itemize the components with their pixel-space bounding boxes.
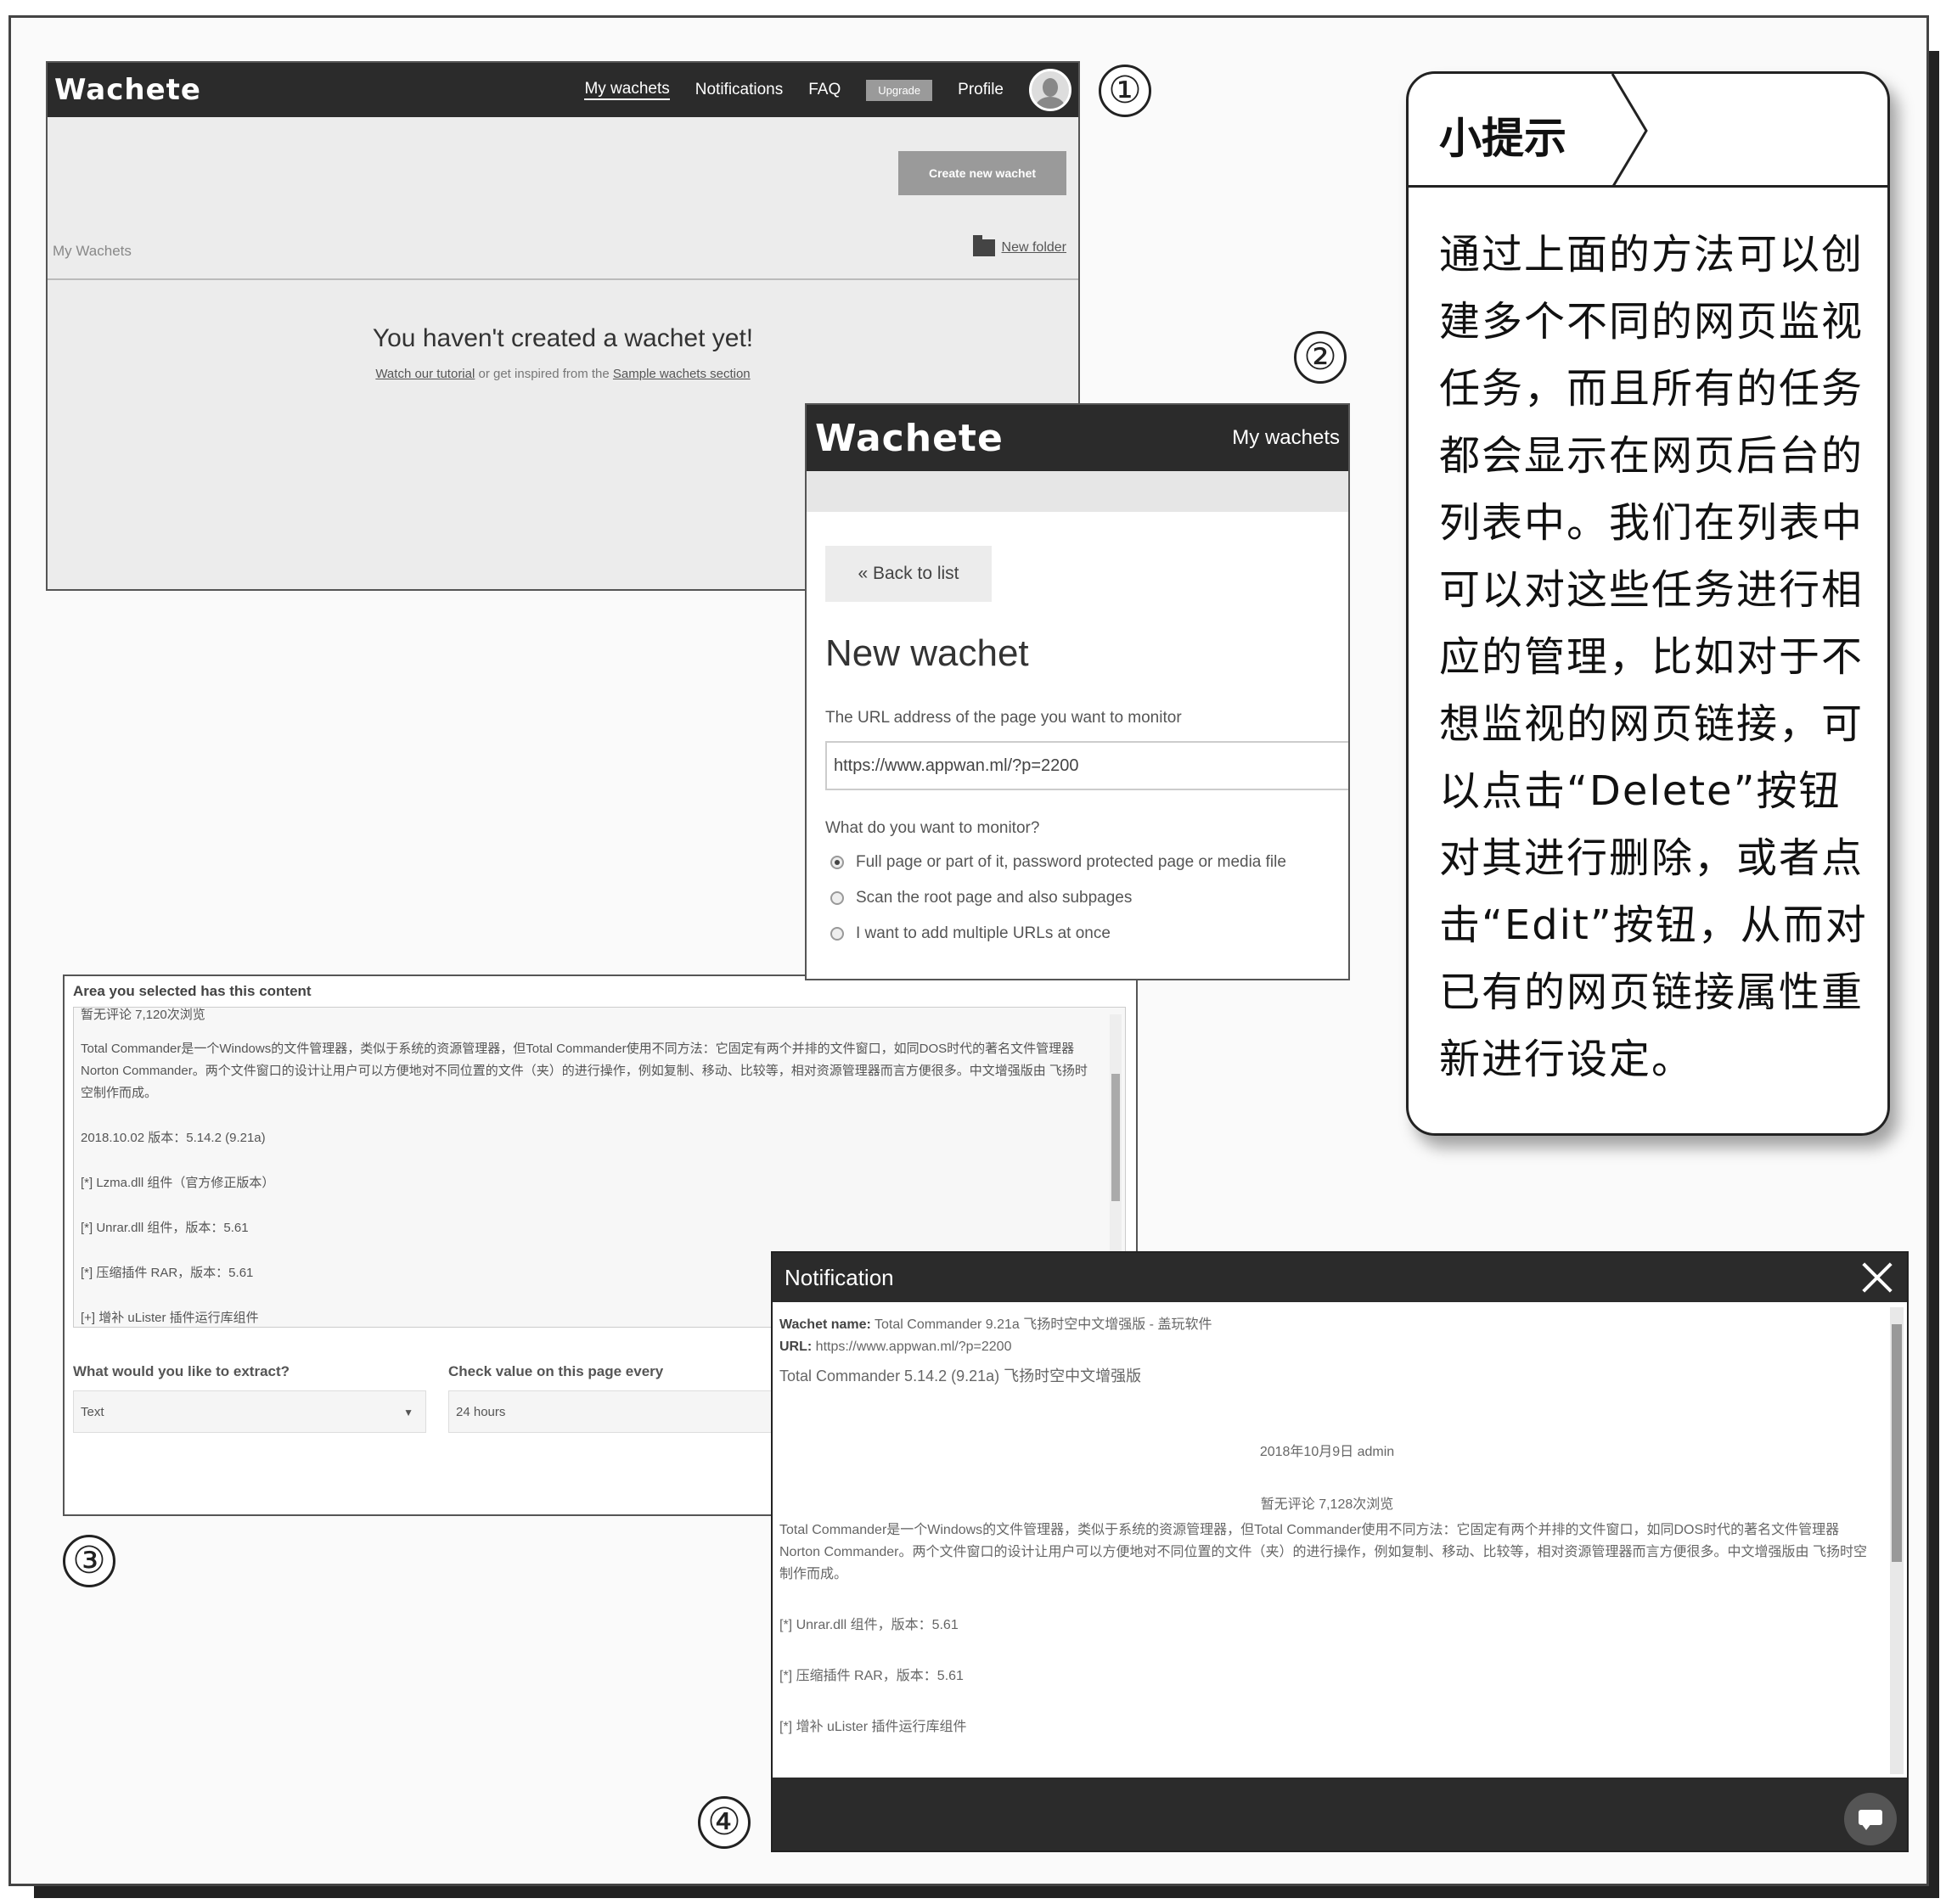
nav-profile[interactable]: Profile [958, 81, 1004, 99]
tip-body: 通过上面的方法可以创建多个不同的网页监视任务，而且所有的任务都会显示在网页后台的… [1439, 231, 1868, 1083]
wachet-name-row: Wachet name: Total Commander 9.21a 飞扬时空中… [779, 1314, 1875, 1336]
check-frequency-select[interactable]: 24 hours [448, 1390, 788, 1433]
radio-icon[interactable] [830, 927, 844, 941]
page-title: New wachet [825, 632, 1029, 674]
tutorial-link[interactable]: Watch our tutorial [375, 367, 475, 381]
top-bar: Wachete My wachets Notifications FAQ Upg… [48, 63, 1078, 117]
frame-shadow [34, 1886, 1936, 1898]
new-folder-link[interactable]: New folder [972, 235, 1066, 256]
list-item: [*] 压缩插件 RAR，版本：5.61 [779, 1669, 964, 1683]
content-line: 2018.10.02 版本：5.14.2 (9.21a) [81, 1131, 266, 1145]
url-value[interactable]: https://www.appwan.ml/?p=2200 [812, 1340, 1012, 1354]
folder-icon [972, 235, 995, 256]
tip-header: 小提示 [1409, 74, 1887, 188]
marker-3: ③ [63, 1535, 115, 1587]
monitor-option-subpages[interactable]: Scan the root page and also subpages [830, 889, 1132, 907]
empty-state-subtitle: Watch our tutorial or get inspired from … [48, 367, 1078, 381]
sub-header-strip [807, 471, 1348, 512]
back-to-list-button[interactable]: « Back to list [825, 546, 992, 602]
article-heading: Total Commander 5.14.2 (9.21a) 飞扬时空中文增强版 [779, 1368, 1142, 1384]
avatar-icon[interactable] [1029, 69, 1071, 111]
empty-state-mid: or get inspired from the [475, 367, 613, 381]
content-line: [*] Unrar.dll 组件，版本：5.61 [81, 1221, 249, 1235]
option-label: Full page or part of it, password protec… [856, 853, 1286, 871]
wachete-logo[interactable]: Wachete [815, 417, 1004, 460]
check-frequency-label: Check value on this page every [448, 1363, 664, 1379]
url-label: The URL address of the page you want to … [825, 709, 1182, 727]
frame-shadow-right [1929, 51, 1939, 1898]
article-description: Total Commander是一个Windows的文件管理器，类似于系统的资源… [779, 1523, 1867, 1581]
notification-title: Notification [785, 1265, 894, 1290]
chat-icon[interactable] [1844, 1793, 1897, 1845]
extract-select[interactable]: Text ▼ [73, 1390, 426, 1433]
new-folder-label: New folder [1001, 240, 1066, 255]
monitor-label: What do you want to monitor? [825, 819, 1040, 837]
upgrade-button[interactable]: Upgrade [866, 79, 933, 101]
article-views: 暂无评论 7,128次浏览 [1260, 1497, 1394, 1512]
extract-value: Text [81, 1405, 104, 1419]
nav-faq[interactable]: FAQ [808, 81, 841, 99]
wachet-name-value: Total Commander 9.21a 飞扬时空中文增强版 - 盖玩软件 [870, 1317, 1212, 1332]
tip-title: 小提示 [1439, 114, 1566, 163]
notification-screenshot: Notification Wachet name: Total Commande… [771, 1251, 1909, 1852]
dropdown-caret-icon: ▼ [403, 1407, 413, 1418]
content-line: Total Commander是一个Windows的文件管理器，类似于系统的资源… [81, 1042, 1088, 1100]
content-line: 暂无评论 7,120次浏览 [81, 1008, 205, 1022]
notification-header: Notification [773, 1253, 1907, 1302]
url-input[interactable]: https://www.appwan.ml/?p=2200 [825, 741, 1348, 790]
list-item: [*] 增补 uLister 插件运行库组件 [779, 1720, 967, 1734]
top-bar: Wachete My wachets [807, 405, 1348, 471]
url-row: URL: https://www.appwan.ml/?p=2200 [779, 1336, 1875, 1358]
monitor-option-multiple-urls[interactable]: I want to add multiple URLs at once [830, 924, 1111, 943]
nav-my-wachets[interactable]: My wachets [1232, 426, 1340, 450]
list-item: [*] Unrar.dll 组件，版本：5.61 [779, 1618, 959, 1632]
article-date: 2018年10月9日 admin [1259, 1445, 1395, 1459]
create-wachet-button[interactable]: Create new wachet [898, 151, 1066, 195]
content-header: Area you selected has this content [73, 983, 312, 999]
tip-box: 小提示 通过上面的方法可以创建多个不同的网页监视任务，而且所有的任务都会显示在网… [1406, 71, 1890, 1136]
marker-2: ② [1294, 331, 1347, 384]
scrollbar-thumb[interactable] [1111, 1074, 1120, 1201]
radio-selected-icon[interactable] [830, 856, 844, 869]
nav-notifications[interactable]: Notifications [695, 81, 784, 99]
sample-wachets-link[interactable]: Sample wachets section [613, 367, 751, 381]
scrollbar-thumb[interactable] [1892, 1324, 1902, 1562]
new-wachet-screenshot: Wachete My wachets « Back to list New wa… [805, 403, 1350, 980]
marker-1: ① [1099, 65, 1151, 117]
notification-body[interactable]: Wachet name: Total Commander 9.21a 飞扬时空中… [773, 1302, 1907, 1778]
wachet-name-label: Wachet name: [779, 1317, 871, 1332]
extract-label: What would you like to extract? [73, 1363, 290, 1379]
chevron-right-icon [1611, 74, 1648, 188]
list-title: My Wachets [53, 243, 132, 259]
close-icon[interactable] [1858, 1258, 1897, 1297]
option-label: Scan the root page and also subpages [856, 889, 1133, 907]
radio-icon[interactable] [830, 891, 844, 905]
marker-4: ④ [698, 1796, 751, 1849]
notification-text: Wachet name: Total Commander 9.21a 飞扬时空中… [779, 1314, 1875, 1738]
content-line: [*] Lzma.dll 组件（官方修正版本） [81, 1176, 275, 1190]
option-label: I want to add multiple URLs at once [856, 924, 1111, 942]
top-nav: My wachets Notifications FAQ Upgrade Pro… [584, 69, 1071, 111]
monitor-option-full-page[interactable]: Full page or part of it, password protec… [830, 853, 1286, 872]
wachete-logo[interactable]: Wachete [54, 73, 201, 107]
url-label: URL: [779, 1340, 813, 1354]
divider [48, 278, 1078, 280]
empty-state-title: You haven't created a wachet yet! [372, 324, 754, 352]
nav-my-wachets[interactable]: My wachets [584, 80, 670, 100]
notification-scrollbar[interactable] [1890, 1307, 1904, 1774]
